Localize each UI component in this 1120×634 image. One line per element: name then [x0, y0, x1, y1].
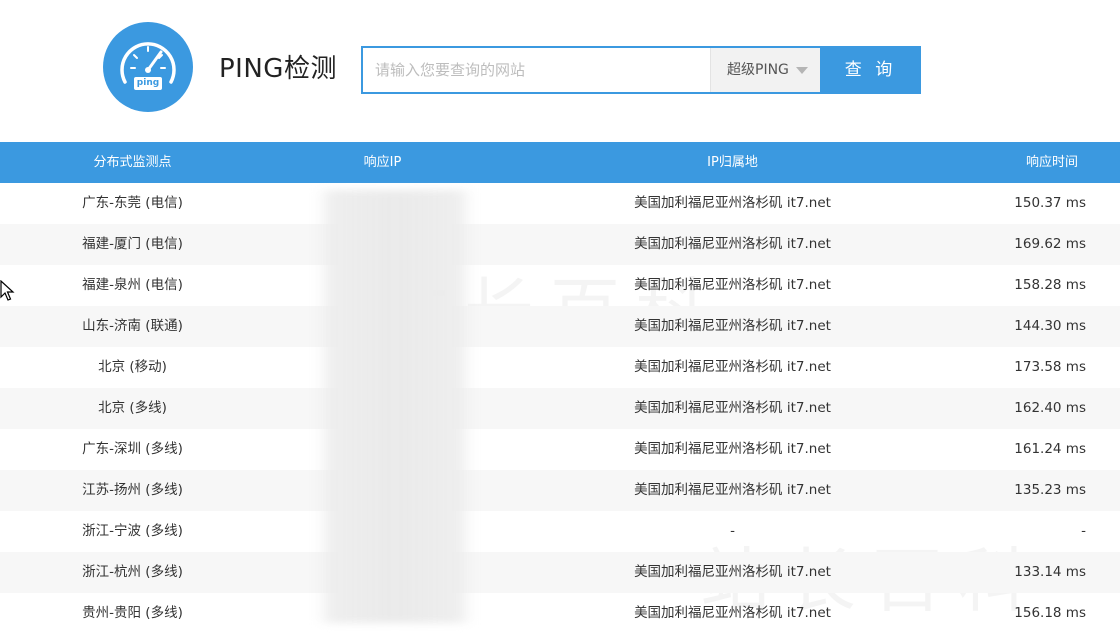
ping-type-select[interactable]: 超级PING — [710, 48, 820, 92]
results-table-body: 广东-东莞 (电信) 美国加利福尼亚州洛杉矶 it7.net 150.37 ms… — [0, 183, 1120, 634]
table-row: 浙江-杭州 (多线) 美国加利福尼亚州洛杉矶 it7.net 133.14 ms — [0, 552, 1120, 593]
ping-type-label: 超级PING — [727, 62, 789, 78]
query-button[interactable]: 查 询 — [820, 46, 921, 94]
time-cell: 156.18 ms — [1014, 605, 1086, 621]
speedometer-icon — [120, 42, 176, 90]
table-row: 北京 (移动) 美国加利福尼亚州洛杉矶 it7.net 173.58 ms — [0, 347, 1120, 388]
time-cell: 144.30 ms — [1014, 318, 1086, 334]
table-row: 江苏-扬州 (多线) 美国加利福尼亚州洛杉矶 it7.net 135.23 ms — [0, 470, 1120, 511]
column-header-node: 分布式监测点 — [93, 155, 172, 170]
table-row: 浙江-宁波 (多线) - - — [0, 511, 1120, 552]
column-header-ip: 响应IP — [363, 155, 402, 170]
time-cell: 133.14 ms — [1014, 564, 1086, 580]
table-row: 福建-厦门 (电信) 美国加利福尼亚州洛杉矶 it7.net 169.62 ms — [0, 224, 1120, 265]
logo-text: ping — [136, 78, 160, 88]
node-cell: 贵州-贵阳 (多线) — [82, 605, 183, 621]
time-cell: 162.40 ms — [1014, 400, 1086, 416]
time-cell: 150.37 ms — [1014, 195, 1086, 211]
location-cell: 美国加利福尼亚州洛杉矶 it7.net — [634, 400, 831, 416]
node-cell: 广东-东莞 (电信) — [82, 195, 183, 211]
chevron-down-icon — [796, 67, 808, 74]
location-cell: 美国加利福尼亚州洛杉矶 it7.net — [634, 359, 831, 375]
location-cell: 美国加利福尼亚州洛杉矶 it7.net — [634, 441, 831, 457]
table-row: 北京 (多线) 美国加利福尼亚州洛杉矶 it7.net 162.40 ms — [0, 388, 1120, 429]
location-cell: 美国加利福尼亚州洛杉矶 it7.net — [634, 318, 831, 334]
redacted-ip-column — [315, 190, 475, 623]
search-bar: 超级PING 查 询 — [361, 46, 921, 94]
search-input[interactable] — [363, 48, 710, 92]
table-row: 广东-深圳 (多线) 美国加利福尼亚州洛杉矶 it7.net 161.24 ms — [0, 429, 1120, 470]
column-header-time: 响应时间 — [1025, 155, 1078, 170]
location-cell: - — [730, 523, 735, 539]
table-row: 福建-泉州 (电信) 美国加利福尼亚州洛杉矶 it7.net 158.28 ms — [0, 265, 1120, 306]
table-row: 贵州-贵阳 (多线) 美国加利福尼亚州洛杉矶 it7.net 156.18 ms — [0, 593, 1120, 634]
time-cell: - — [1081, 523, 1086, 539]
node-cell: 浙江-杭州 (多线) — [82, 564, 183, 580]
time-cell: 135.23 ms — [1014, 482, 1086, 498]
node-cell: 浙江-宁波 (多线) — [82, 523, 183, 539]
mouse-cursor-icon — [0, 280, 15, 301]
node-cell: 北京 (多线) — [98, 400, 167, 416]
ping-logo: ping — [103, 22, 193, 112]
location-cell: 美国加利福尼亚州洛杉矶 it7.net — [634, 564, 831, 580]
node-cell: 福建-厦门 (电信) — [82, 236, 183, 252]
node-cell: 福建-泉州 (电信) — [82, 277, 183, 293]
location-cell: 美国加利福尼亚州洛杉矶 it7.net — [634, 236, 831, 252]
table-row: 山东-济南 (联通) 美国加利福尼亚州洛杉矶 it7.net 144.30 ms — [0, 306, 1120, 347]
node-cell: 江苏-扬州 (多线) — [82, 482, 183, 498]
time-cell: 161.24 ms — [1014, 441, 1086, 457]
node-cell: 山东-济南 (联通) — [82, 318, 183, 334]
time-cell: 169.62 ms — [1014, 236, 1086, 252]
page-title: PING检测 — [219, 54, 337, 84]
location-cell: 美国加利福尼亚州洛杉矶 it7.net — [634, 482, 831, 498]
location-cell: 美国加利福尼亚州洛杉矶 it7.net — [634, 277, 831, 293]
node-cell: 北京 (移动) — [98, 359, 167, 375]
node-cell: 广东-深圳 (多线) — [82, 441, 183, 457]
column-header-location: IP归属地 — [707, 155, 758, 170]
time-cell: 173.58 ms — [1014, 359, 1086, 375]
table-row: 广东-东莞 (电信) 美国加利福尼亚州洛杉矶 it7.net 150.37 ms — [0, 183, 1120, 224]
location-cell: 美国加利福尼亚州洛杉矶 it7.net — [634, 605, 831, 621]
time-cell: 158.28 ms — [1014, 277, 1086, 293]
results-table-header: 分布式监测点 响应IP IP归属地 响应时间 — [0, 142, 1120, 183]
location-cell: 美国加利福尼亚州洛杉矶 it7.net — [634, 195, 831, 211]
